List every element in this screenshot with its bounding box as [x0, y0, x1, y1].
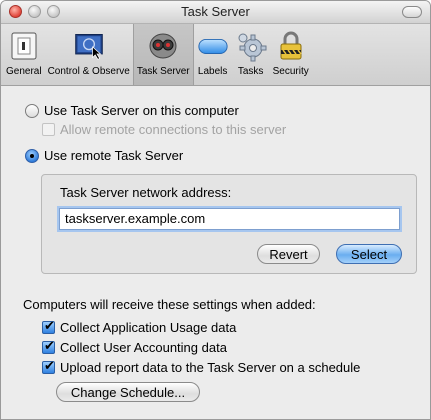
collect-app-usage-checkbox[interactable]: [42, 318, 55, 334]
toolbar-item-security[interactable]: Security: [270, 24, 312, 85]
remote-server-radio[interactable]: [25, 148, 39, 163]
gear-icon: [235, 30, 267, 62]
upload-report-label: Upload report data to the Task Server on…: [60, 360, 361, 375]
toolbar: General Control & Observe Task Server La…: [1, 24, 430, 86]
local-server-radio[interactable]: [25, 103, 39, 118]
collect-app-usage-label: Collect Application Usage data: [60, 320, 237, 335]
task-server-icon: [147, 30, 179, 62]
toolbar-label: Control & Observe: [47, 66, 130, 77]
allow-remote-label: Allow remote connections to this server: [60, 122, 287, 137]
change-schedule-button[interactable]: Change Schedule...: [56, 382, 200, 402]
local-server-label: Use Task Server on this computer: [44, 103, 239, 118]
allow-remote-checkbox: [42, 123, 55, 136]
screen-icon: [73, 30, 105, 62]
collect-user-accounting-label: Collect User Accounting data: [60, 340, 227, 355]
revert-button[interactable]: Revert: [257, 244, 320, 264]
toolbar-item-control-observe[interactable]: Control & Observe: [45, 24, 133, 85]
local-server-option[interactable]: Use Task Server on this computer: [25, 103, 239, 118]
collect-user-accounting-checkbox[interactable]: [42, 338, 55, 354]
preferences-window: Task Server General Control & Observe Ta…: [0, 0, 431, 420]
toolbar-label: Task Server: [136, 66, 190, 77]
remote-server-group: Task Server network address: taskserver.…: [41, 174, 417, 274]
address-label: Task Server network address:: [60, 185, 232, 200]
lock-icon: [275, 30, 307, 62]
toolbar-item-task-server[interactable]: Task Server: [132, 24, 194, 85]
label-icon: [197, 30, 229, 62]
toolbar-label: Labels: [197, 66, 228, 77]
toolbar-item-tasks[interactable]: Tasks: [232, 24, 270, 85]
toolbar-label: General: [6, 66, 42, 77]
address-field[interactable]: taskserver.example.com: [59, 208, 400, 230]
general-icon: [8, 30, 40, 62]
task-server-pane: Use Task Server on this computer Allow r…: [1, 85, 430, 419]
remote-server-option[interactable]: Use remote Task Server: [25, 148, 183, 163]
upload-report-checkbox[interactable]: [42, 358, 55, 374]
upload-report-option[interactable]: Upload report data to the Task Server on…: [42, 358, 361, 375]
collect-app-usage-option[interactable]: Collect Application Usage data: [42, 318, 237, 335]
select-button[interactable]: Select: [336, 244, 402, 264]
toolbar-item-labels[interactable]: Labels: [194, 24, 232, 85]
defaults-heading: Computers will receive these settings wh…: [23, 297, 316, 312]
toolbar-toggle-button[interactable]: [402, 6, 422, 18]
title-bar: Task Server: [1, 1, 430, 24]
toolbar-label: Security: [272, 66, 309, 77]
window-title: Task Server: [181, 4, 250, 19]
toolbar-item-general[interactable]: General: [3, 24, 45, 85]
toolbar-label: Tasks: [237, 66, 264, 77]
allow-remote-option: Allow remote connections to this server: [42, 122, 286, 137]
remote-server-label: Use remote Task Server: [44, 148, 184, 163]
collect-user-accounting-option[interactable]: Collect User Accounting data: [42, 338, 227, 355]
